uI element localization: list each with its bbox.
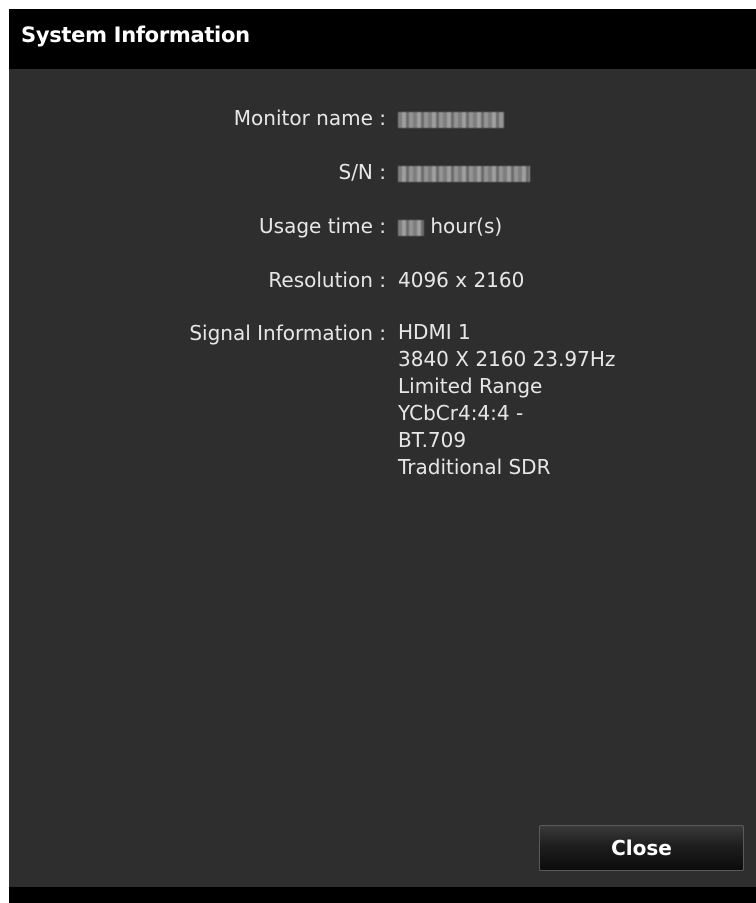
signal-line: BT.709 <box>398 428 467 452</box>
serial-number-value <box>398 158 530 186</box>
signal-line: 3840 X 2160 23.97Hz <box>398 347 616 371</box>
signal-information-label: Signal Information : <box>189 321 386 345</box>
signal-line: Limited Range <box>398 374 543 398</box>
usage-time-unit: hour(s) <box>430 214 503 238</box>
system-information-dialog: System Information Monitor name : S/N : … <box>9 9 756 903</box>
resolution-label: Resolution : <box>268 268 386 292</box>
signal-line: HDMI 1 <box>398 320 471 344</box>
redacted-value <box>398 165 530 182</box>
resolution-value: 4096 x 2160 <box>398 268 525 292</box>
signal-line: YCbCr4:4:4 - <box>398 401 524 425</box>
usage-time-label: Usage time : <box>259 214 386 238</box>
title-bar: System Information <box>9 9 756 69</box>
close-button[interactable]: Close <box>539 825 744 871</box>
monitor-name-value <box>398 104 504 132</box>
redacted-value <box>398 111 504 128</box>
info-panel: Monitor name : S/N : Usage time : hour(s… <box>9 69 756 887</box>
redacted-value <box>398 219 424 236</box>
signal-line: Traditional SDR <box>398 455 551 479</box>
usage-time-value: hour(s) <box>398 212 502 240</box>
dialog-title: System Information <box>21 23 250 47</box>
monitor-name-label: Monitor name : <box>233 106 386 130</box>
serial-number-label: S/N : <box>338 160 387 184</box>
signal-information-values: HDMI 1 3840 X 2160 23.97Hz Limited Range… <box>398 319 615 481</box>
